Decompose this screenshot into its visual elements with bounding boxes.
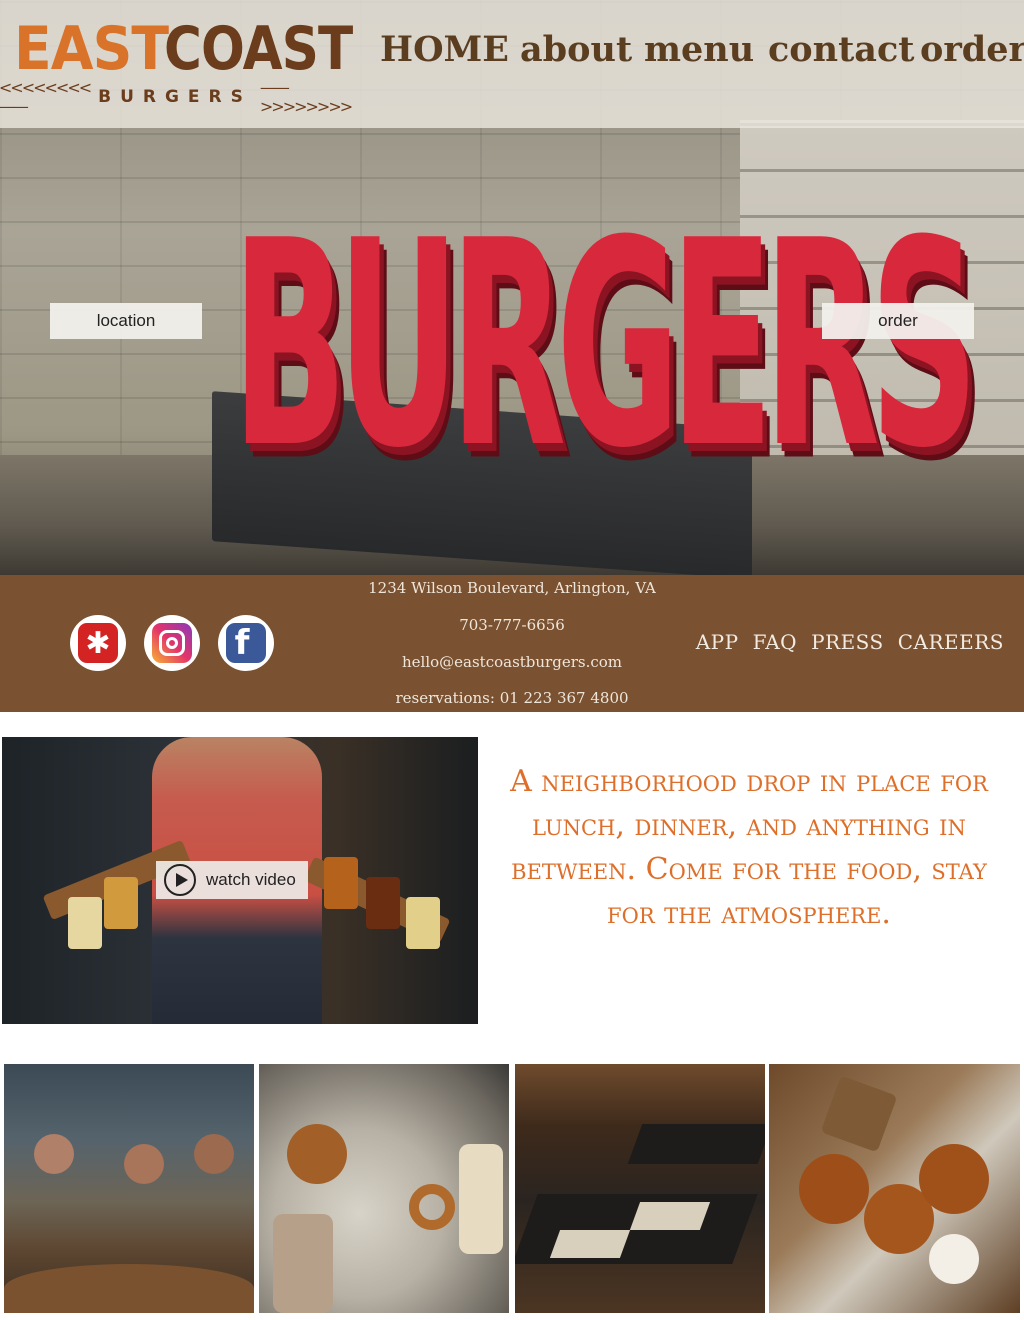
nav-home[interactable]: HOME [380, 28, 509, 72]
gallery-photo-friends[interactable] [4, 1064, 254, 1313]
beer-glass [68, 897, 102, 949]
wheat-left-icon: <<<<<<<<—— [0, 78, 92, 116]
order-button[interactable]: order [822, 303, 974, 339]
beer-glass [104, 877, 138, 929]
email-link[interactable]: hello@eastcoastburgers.com [330, 653, 694, 671]
link-faq[interactable]: FAQ [753, 630, 797, 656]
beer-glass [366, 877, 400, 929]
secondary-links: APP FAQ PRESS CAREERS [696, 630, 1004, 656]
facebook-icon: f [226, 623, 266, 663]
gallery-photo-burger-meal[interactable] [259, 1064, 509, 1313]
watch-video-label: watch video [206, 870, 296, 889]
burgers-sign: BURGERS [232, 179, 979, 511]
instagram-icon [152, 623, 192, 663]
reservations-text: reservations: 01 223 367 4800 [395, 689, 629, 707]
nav-about[interactable]: about [520, 28, 632, 72]
link-app[interactable]: APP [696, 630, 739, 656]
gallery-photo-sliders[interactable] [769, 1064, 1020, 1313]
phone-link[interactable]: 703-777-6656 [330, 616, 694, 634]
logo-coast: COAST [164, 14, 353, 84]
brand-logo[interactable]: EAST COAST <<<<<<<<—— BURGERS ——>>>>>>>> [0, 14, 353, 116]
top-navigation-bar: EAST COAST <<<<<<<<—— BURGERS ——>>>>>>>>… [0, 0, 1024, 128]
yelp-icon: ✱ [78, 623, 118, 663]
gallery-photo-dining-room[interactable] [515, 1064, 765, 1313]
beer-glass [324, 857, 358, 909]
beer-glass [406, 897, 440, 949]
logo-subline: <<<<<<<<—— BURGERS ——>>>>>>>> [0, 78, 353, 116]
tagline-text: A neighborhood drop in place for lunch, … [510, 764, 988, 931]
link-press[interactable]: PRESS [811, 630, 884, 656]
location-button[interactable]: location [50, 303, 202, 339]
link-careers[interactable]: CAREERS [898, 630, 1004, 656]
logo-east: EAST [14, 14, 169, 84]
wheat-right-icon: ——>>>>>>>> [259, 78, 353, 116]
facebook-link[interactable]: f [218, 615, 274, 671]
nav-order[interactable]: order [920, 28, 1024, 72]
logo-burgers: BURGERS [98, 87, 252, 107]
nav-contact[interactable]: contact [768, 28, 914, 72]
yelp-link[interactable]: ✱ [70, 615, 126, 671]
nav-menu[interactable]: menu [644, 28, 754, 72]
instagram-link[interactable] [144, 615, 200, 671]
watch-video-button[interactable]: watch video [156, 861, 308, 899]
play-icon [164, 864, 196, 896]
address-text: 1234 Wilson Boulevard, Arlington, VA [368, 579, 656, 597]
